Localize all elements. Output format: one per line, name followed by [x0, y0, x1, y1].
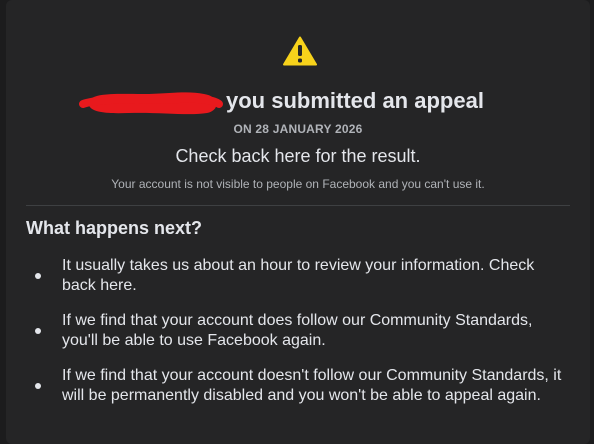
divider	[26, 205, 570, 206]
appeal-heading: you submitted an appeal	[6, 84, 590, 118]
what-happens-next-title: What happens next?	[26, 218, 203, 238]
appeal-status-card: you submitted an appeal ON 28 JANUARY 20…	[6, 0, 590, 444]
next-step-text: It usually takes us about an hour to rev…	[62, 257, 535, 294]
bullet-icon	[35, 327, 41, 334]
appeal-title: you submitted an appeal	[226, 88, 484, 113]
warning-icon	[283, 36, 317, 66]
next-step-item: If we find that your account doesn't fol…	[26, 366, 566, 405]
visibility-note: Your account is not visible to people on…	[111, 177, 485, 191]
next-step-item: If we find that your account does follow…	[26, 311, 566, 350]
bullet-icon	[35, 382, 41, 389]
bullet-icon	[35, 272, 41, 279]
appeal-date: ON 28 JANUARY 2026	[233, 122, 363, 136]
redaction-scribble	[79, 92, 223, 115]
check-back-text: Check back here for the result.	[175, 146, 421, 166]
next-step-text: If we find that your account doesn't fol…	[62, 367, 562, 404]
next-step-item: It usually takes us about an hour to rev…	[26, 256, 566, 295]
next-steps-list: It usually takes us about an hour to rev…	[26, 256, 566, 421]
next-step-text: If we find that your account does follow…	[62, 312, 533, 349]
